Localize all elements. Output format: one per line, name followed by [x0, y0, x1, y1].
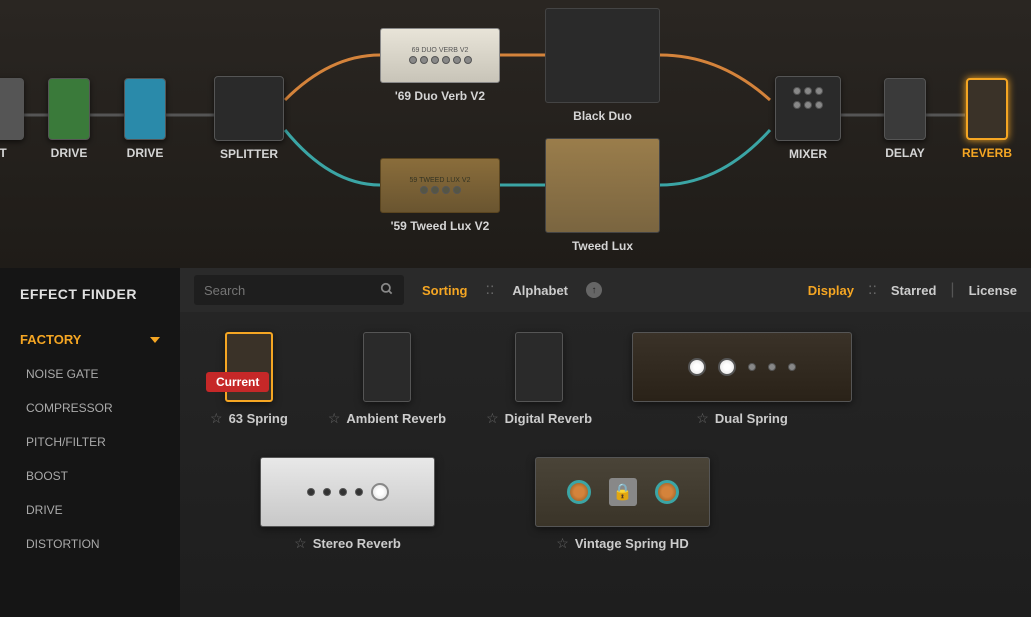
current-badge: Current	[206, 372, 269, 392]
sidebar-item-drive[interactable]: DRIVE	[0, 493, 180, 527]
chevron-down-icon	[150, 337, 160, 343]
effect-card-digital-reverb[interactable]: ☆ Digital Reverb	[486, 332, 592, 427]
star-icon[interactable]: ☆	[486, 410, 499, 427]
chain-item-mixer[interactable]: MIXER	[775, 76, 841, 161]
filter-starred[interactable]: Starred	[891, 283, 937, 298]
sorting-label: Sorting	[422, 283, 468, 298]
effect-card-stereo-reverb[interactable]: ☆ Stereo Reverb	[260, 457, 435, 552]
chain-item-amp-top[interactable]: 69 DUO VERB V2 '69 Duo Verb V2	[380, 28, 500, 103]
toolbar: Sorting :: Alphabet ↑ Display :: Starred…	[180, 268, 1031, 312]
effect-card-dual-spring[interactable]: ☆ Dual Spring	[632, 332, 852, 427]
search-input[interactable]	[204, 283, 380, 298]
effect-card-63-spring[interactable]: Current ☆ 63 Spring	[210, 332, 288, 427]
chain-item-input[interactable]: T	[0, 78, 24, 160]
effect-card-ambient-reverb[interactable]: ☆ Ambient Reverb	[328, 332, 446, 427]
filter-license[interactable]: License	[969, 283, 1017, 298]
sidebar-item-distortion[interactable]: DISTORTION	[0, 527, 180, 561]
lock-icon: 🔒	[609, 478, 637, 506]
sidebar: EFFECT FINDER FACTORY NOISE GATE COMPRES…	[0, 268, 180, 617]
sort-direction-icon[interactable]: ↑	[586, 282, 602, 298]
sidebar-item-pitch-filter[interactable]: PITCH/FILTER	[0, 425, 180, 459]
main-panel: Sorting :: Alphabet ↑ Display :: Starred…	[180, 268, 1031, 617]
star-icon[interactable]: ☆	[294, 535, 307, 552]
star-icon[interactable]: ☆	[556, 535, 569, 552]
chain-item-drive-1[interactable]: DRIVE	[48, 78, 90, 160]
chain-item-splitter[interactable]: SPLITTER	[214, 76, 284, 161]
effect-finder-panel: EFFECT FINDER FACTORY NOISE GATE COMPRES…	[0, 268, 1031, 617]
chain-item-cab-bottom[interactable]: Tweed Lux	[545, 138, 660, 253]
effects-grid: Current ☆ 63 Spring ☆ Ambient Reverb ☆	[180, 312, 1031, 617]
star-icon[interactable]: ☆	[328, 410, 341, 427]
sidebar-item-noise-gate[interactable]: NOISE GATE	[0, 357, 180, 391]
chain-item-amp-bottom[interactable]: 59 TWEED LUX V2 '59 Tweed Lux V2	[380, 158, 500, 233]
search-icon	[380, 282, 394, 299]
sidebar-category-factory[interactable]: FACTORY	[0, 322, 180, 357]
sidebar-item-compressor[interactable]: COMPRESSOR	[0, 391, 180, 425]
sort-value[interactable]: Alphabet	[512, 283, 568, 298]
display-label: Display	[808, 283, 854, 298]
search-box[interactable]	[194, 275, 404, 305]
effect-card-vintage-spring-hd[interactable]: 🔒 ☆ Vintage Spring HD	[535, 457, 710, 552]
sidebar-title: EFFECT FINDER	[0, 286, 180, 322]
signal-chain: T DRIVE DRIVE SPLITTER 69 DUO VERB V2 '6…	[0, 0, 1031, 268]
chain-item-drive-2[interactable]: DRIVE	[124, 78, 166, 160]
separator-icon: ::	[868, 281, 877, 299]
sidebar-item-boost[interactable]: BOOST	[0, 459, 180, 493]
chain-item-reverb[interactable]: REVERB	[962, 78, 1012, 160]
star-icon[interactable]: ☆	[696, 410, 709, 427]
chain-item-cab-top[interactable]: Black Duo	[545, 8, 660, 123]
separator-icon: ::	[486, 281, 495, 299]
star-icon[interactable]: ☆	[210, 410, 223, 427]
chain-item-delay[interactable]: DELAY	[884, 78, 926, 160]
